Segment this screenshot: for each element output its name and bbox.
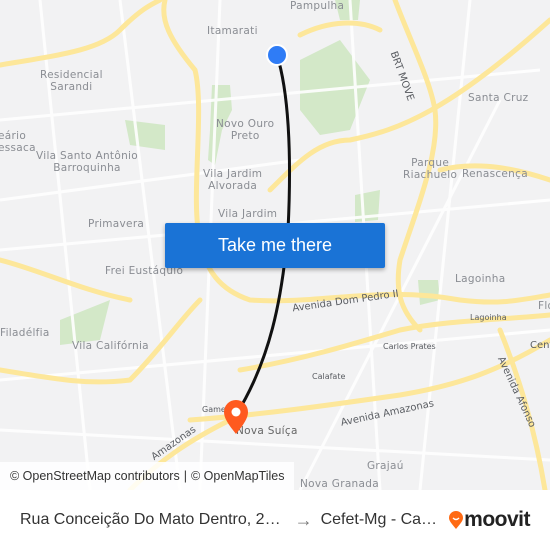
moovit-pin-icon — [449, 511, 464, 529]
map-attribution: © OpenStreetMap contributors | © OpenMap… — [0, 462, 295, 490]
take-me-there-button[interactable]: Take me there — [165, 223, 385, 268]
moovit-wordmark: moovit — [464, 508, 530, 531]
osm-attribution-link[interactable]: © OpenStreetMap contributors — [10, 469, 180, 483]
moovit-logo: moovit — [449, 508, 530, 532]
origin-marker — [266, 44, 288, 66]
omt-attribution-link[interactable]: © OpenMapTiles — [191, 469, 285, 483]
arrow-right-icon: → — [294, 509, 313, 530]
attribution-separator: | — [183, 469, 187, 483]
destination-pin-icon — [224, 400, 248, 434]
map[interactable]: Pampulha Itamarati Residencial Sarandi e… — [0, 0, 550, 490]
origin-name: Rua Conceição Do Mato Dentro, 2… — [20, 511, 281, 528]
destination-name: Cefet-Mg - Ca… — [320, 511, 438, 528]
